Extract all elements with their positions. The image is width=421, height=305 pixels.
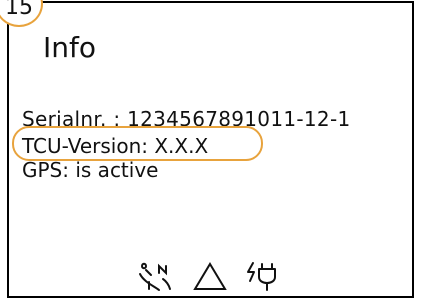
warning-triangle-icon <box>193 261 227 295</box>
gps-status-text: GPS: is active <box>22 158 159 182</box>
satellite-north-icon <box>137 260 175 296</box>
page-title: Info <box>43 31 96 64</box>
tcu-version-text: TCU-Version: X.X.X <box>22 134 209 158</box>
callout-number-badge: 15 <box>0 0 43 27</box>
status-bar <box>137 262 305 294</box>
info-screen: 15 Info Serialnr. : 1234567891011-12-1 T… <box>0 0 414 298</box>
power-plug-icon <box>245 260 281 296</box>
